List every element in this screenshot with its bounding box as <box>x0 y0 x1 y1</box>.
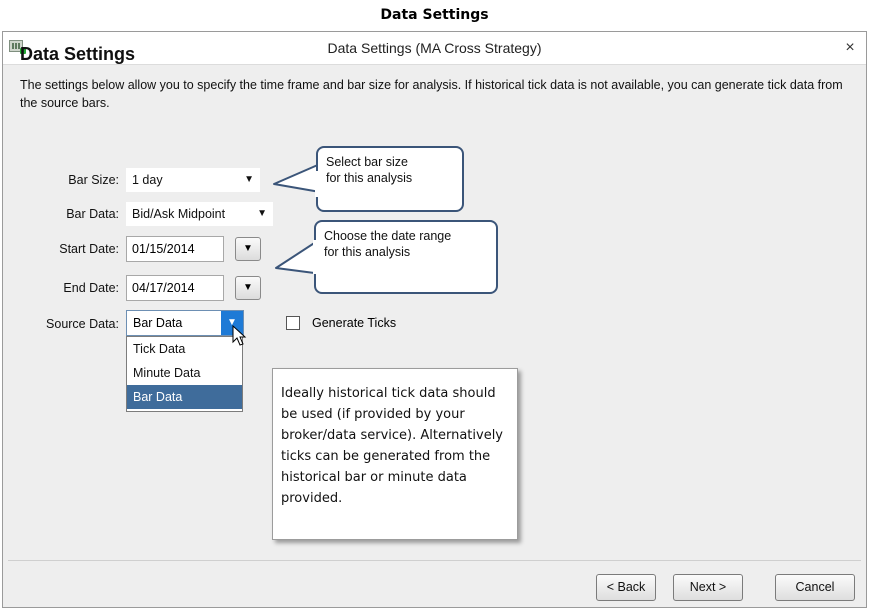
cancel-button[interactable]: Cancel <box>775 574 855 601</box>
bar-data-select[interactable]: Bid/Ask Midpoint ▼ <box>126 202 273 226</box>
bar-data-value: Bid/Ask Midpoint <box>132 207 226 221</box>
chevron-down-icon: ▼ <box>244 174 254 185</box>
mouse-pointer-icon <box>232 325 247 346</box>
generate-ticks-label[interactable]: Generate Ticks <box>312 316 396 330</box>
bar-data-label: Bar Data: <box>66 207 119 221</box>
start-date-input[interactable]: 01/15/2014 <box>126 236 224 262</box>
source-data-select[interactable]: Bar Data ▼ <box>126 310 244 336</box>
description-text: The settings below allow you to specify … <box>20 78 843 110</box>
dropdown-option-bar-data[interactable]: Bar Data <box>127 385 242 409</box>
next-button[interactable]: Next > <box>673 574 743 601</box>
footer-divider <box>8 560 861 561</box>
section-heading: Data Settings <box>20 44 136 64</box>
dropdown-option-minute-data[interactable]: Minute Data <box>127 361 242 385</box>
bar-size-label: Bar Size: <box>68 173 119 187</box>
source-data-label: Source Data: <box>46 317 119 331</box>
callout-joint-date-range <box>313 240 318 274</box>
bar-size-value: 1 day <box>132 173 163 187</box>
dropdown-option-tick-data[interactable]: Tick Data <box>127 337 242 361</box>
bar-size-select[interactable]: 1 day ▼ <box>126 168 260 192</box>
tick-data-note: Ideally historical tick data should be u… <box>272 368 518 540</box>
back-button[interactable]: < Back <box>596 574 656 601</box>
chevron-down-icon: ▼ <box>257 208 267 219</box>
end-date-picker-button[interactable]: ▼ <box>235 276 261 300</box>
generate-ticks-checkbox[interactable] <box>286 316 300 330</box>
end-date-label: End Date: <box>63 281 119 295</box>
source-data-value: Bar Data <box>133 316 183 330</box>
page-caption: Data Settings <box>380 7 489 23</box>
callout-date-range: Choose the date range for this analysis <box>314 220 498 294</box>
source-data-dropdown-list: Tick Data Minute Data Bar Data <box>126 336 243 412</box>
start-date-label: Start Date: <box>59 242 119 256</box>
end-date-input[interactable]: 04/17/2014 <box>126 275 224 301</box>
start-date-picker-button[interactable]: ▼ <box>235 237 261 261</box>
callout-joint-bar-size <box>315 171 320 197</box>
close-button[interactable]: × <box>838 36 862 60</box>
callout-pointer-bar-size <box>273 163 321 193</box>
callout-bar-size: Select bar size for this analysis <box>316 146 464 212</box>
